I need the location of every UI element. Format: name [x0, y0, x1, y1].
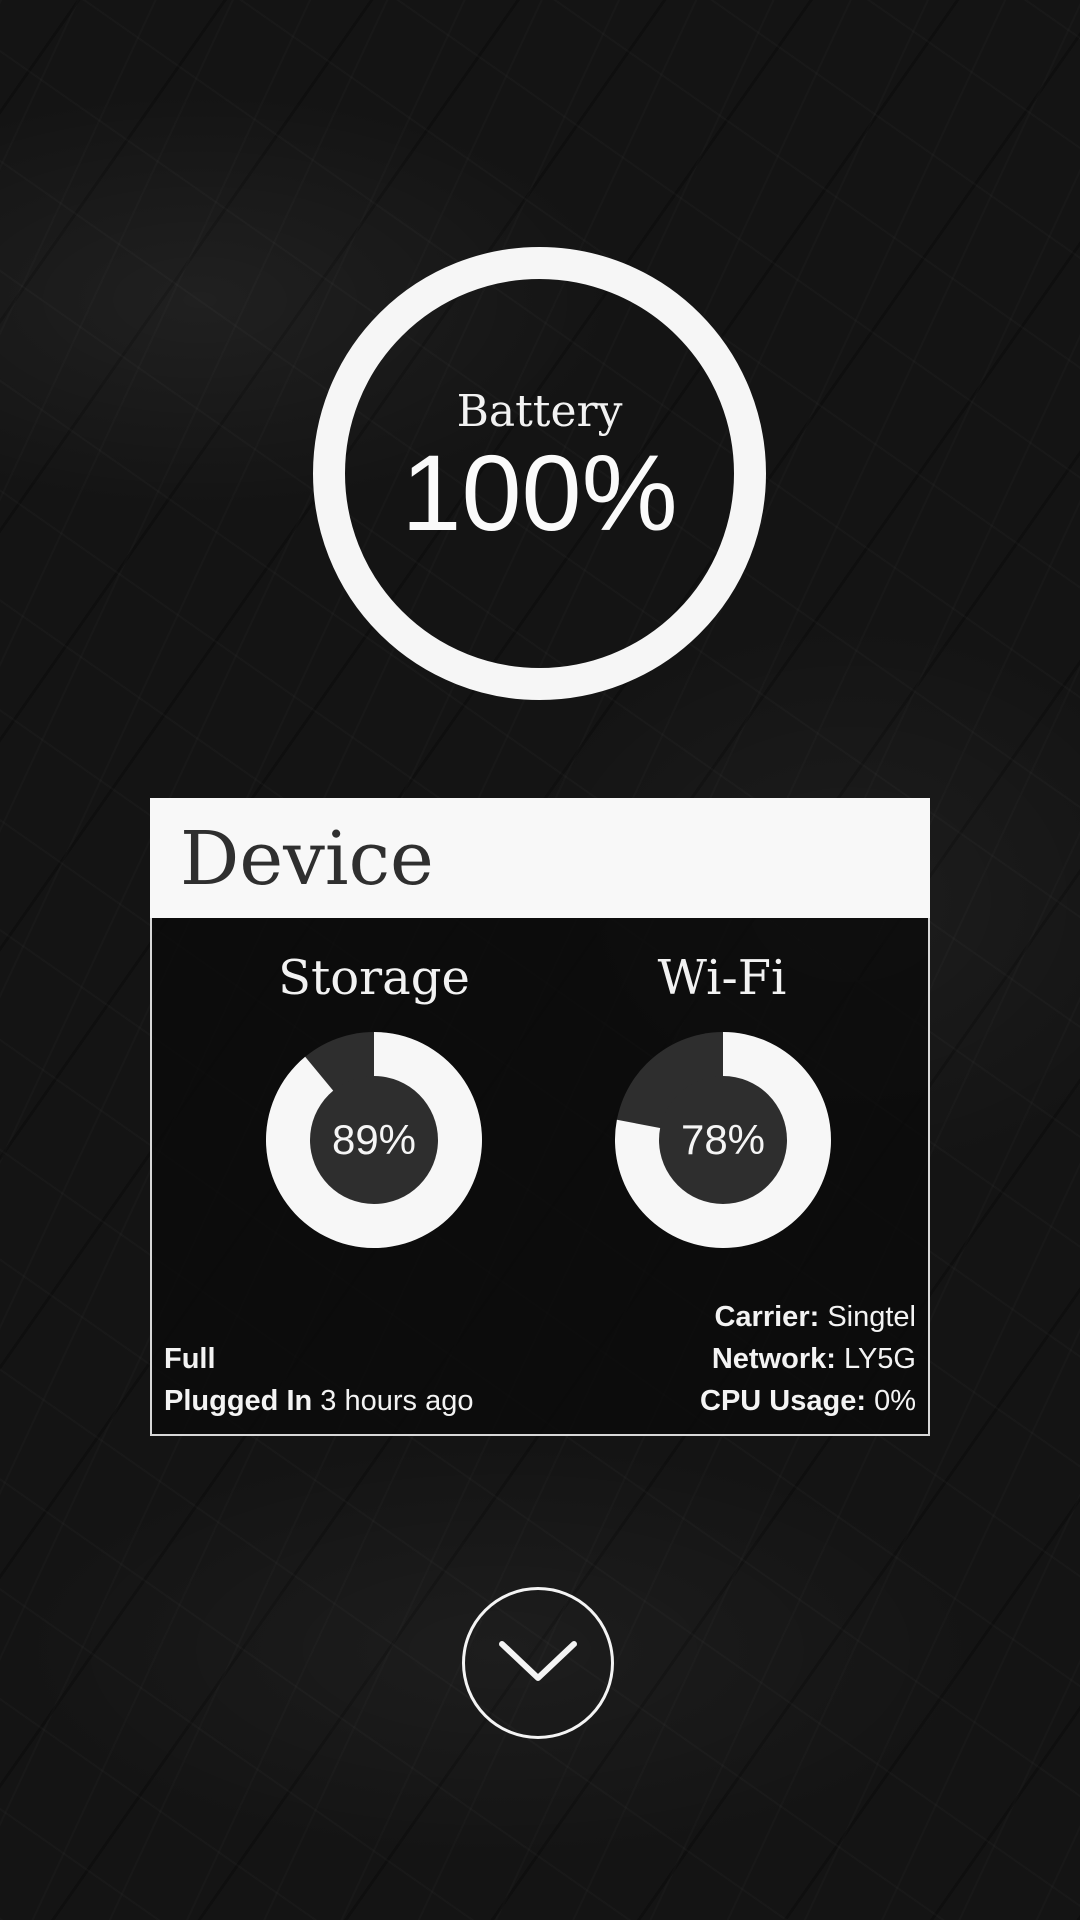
- battery-percentage: 100%: [401, 432, 678, 553]
- plugged-in-value: 3 hours ago: [320, 1385, 474, 1417]
- cpu-usage-value: 0%: [874, 1385, 916, 1417]
- wifi-label: Wi-Fi: [657, 950, 787, 1006]
- battery-status-text: Full: [164, 1343, 216, 1375]
- device-card: Device Storage 89% Wi-Fi 78% Full Plugge…: [150, 798, 930, 1436]
- cpu-usage-label: CPU Usage:: [700, 1385, 867, 1417]
- network-label: Network:: [711, 1343, 836, 1375]
- scroll-down-button[interactable]: [462, 1587, 614, 1739]
- battery-gauge: Battery 100%: [313, 247, 766, 700]
- carrier-row: Carrier: Singtel: [714, 1301, 916, 1334]
- carrier-label: Carrier:: [714, 1301, 820, 1333]
- plugged-in-row: Plugged In 3 hours ago: [164, 1385, 473, 1418]
- carrier-value: Singtel: [827, 1301, 916, 1333]
- chevron-down-icon: [499, 1641, 577, 1681]
- network-value: LY5G: [843, 1343, 916, 1375]
- battery-label: Battery: [456, 386, 623, 437]
- plugged-in-label: Plugged In: [164, 1385, 313, 1417]
- wifi-percentage: 78%: [680, 1116, 766, 1163]
- device-card-header: Device: [150, 798, 930, 918]
- device-card-title: Device: [180, 816, 434, 902]
- network-row: Network: LY5G: [712, 1343, 916, 1376]
- battery-status: Full: [164, 1343, 216, 1376]
- cpu-usage-row: CPU Usage: 0%: [700, 1385, 916, 1418]
- storage-label: Storage: [278, 950, 470, 1006]
- storage-percentage: 89%: [331, 1116, 417, 1163]
